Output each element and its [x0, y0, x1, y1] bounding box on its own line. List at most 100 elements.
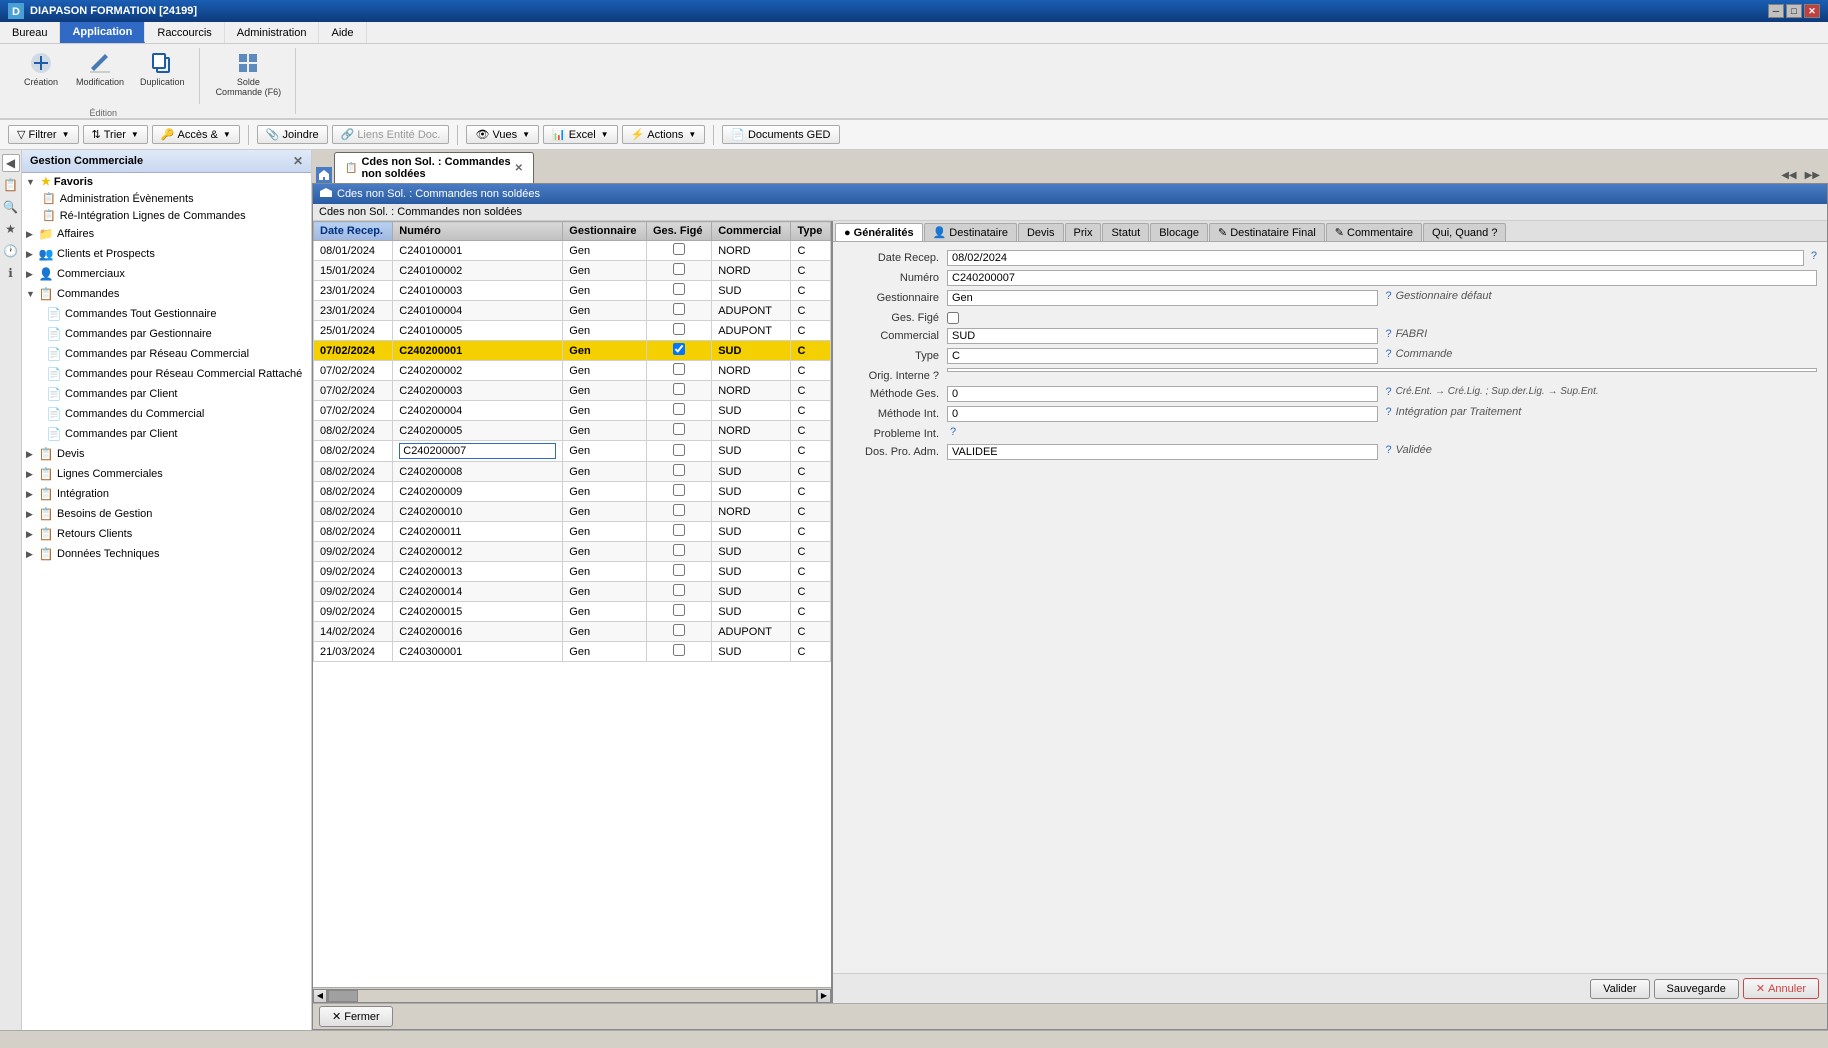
- fige-checkbox[interactable]: [673, 323, 685, 335]
- menu-bureau[interactable]: Bureau: [0, 22, 60, 43]
- tab-prev-btn[interactable]: ◀◀: [1777, 168, 1800, 183]
- cell-numero[interactable]: C240200012: [393, 542, 563, 562]
- cell-ges-fige[interactable]: [646, 241, 711, 261]
- cell-numero[interactable]: C240100005: [393, 321, 563, 341]
- fav-admin-evenements[interactable]: 📋 Administration Évènements: [22, 190, 311, 207]
- scroll-track[interactable]: [327, 989, 817, 1003]
- fige-checkbox[interactable]: [673, 423, 685, 435]
- cell-numero[interactable]: C240100001: [393, 241, 563, 261]
- cell-numero[interactable]: C240200003: [393, 381, 563, 401]
- cell-numero[interactable]: C240200013: [393, 562, 563, 582]
- cell-ges-fige[interactable]: [646, 522, 711, 542]
- prob-help-btn[interactable]: ?: [950, 426, 956, 438]
- table-row[interactable]: 23/01/2024C240100003GenSUDC: [314, 281, 831, 301]
- cell-numero[interactable]: C240100002: [393, 261, 563, 281]
- fige-checkbox[interactable]: [673, 263, 685, 275]
- cell-numero[interactable]: C240200004: [393, 401, 563, 421]
- joindre-button[interactable]: 📎 Joindre: [257, 125, 328, 144]
- cell-ges-fige[interactable]: [646, 401, 711, 421]
- sidebar-item-clients[interactable]: ▶ 👥 Clients et Prospects: [22, 244, 311, 264]
- excel-button[interactable]: 📊 Excel ▼: [543, 125, 618, 144]
- menu-administration[interactable]: Administration: [225, 22, 320, 43]
- col-type[interactable]: Type: [791, 222, 831, 241]
- date-help-btn[interactable]: ?: [1811, 250, 1817, 262]
- fige-checkbox[interactable]: [673, 644, 685, 656]
- tab-home-icon[interactable]: [316, 167, 332, 183]
- tab-statut[interactable]: Statut: [1102, 223, 1149, 241]
- sidebar-item-cmd-tout[interactable]: 📄 Commandes Tout Gestionnaire: [22, 304, 311, 324]
- cell-ges-fige[interactable]: [646, 281, 711, 301]
- sidebar-item-cmd-reseau-rat[interactable]: 📄 Commandes pour Réseau Commercial Ratta…: [22, 364, 311, 384]
- table-row[interactable]: 08/01/2024C240100001GenNORDC: [314, 241, 831, 261]
- fige-checkbox[interactable]: [673, 383, 685, 395]
- valider-button[interactable]: Valider: [1590, 979, 1649, 999]
- tab-close-btn[interactable]: ✕: [515, 163, 523, 174]
- sidebar-item-besoins[interactable]: ▶ 📋 Besoins de Gestion: [22, 504, 311, 524]
- menu-raccourcis[interactable]: Raccourcis: [145, 22, 224, 43]
- table-row[interactable]: 08/02/2024C240200010GenNORDC: [314, 502, 831, 522]
- fige-checkbox[interactable]: [673, 363, 685, 375]
- cell-ges-fige[interactable]: [646, 301, 711, 321]
- sidebar-item-cmd-par-client[interactable]: 📄 Commandes par Client: [22, 384, 311, 404]
- fige-checkbox[interactable]: [673, 544, 685, 556]
- table-row[interactable]: 08/02/2024C240200005GenNORDC: [314, 421, 831, 441]
- cell-numero[interactable]: C240200001: [393, 341, 563, 361]
- fige-checkbox[interactable]: [673, 484, 685, 496]
- sidebar-item-lignes[interactable]: ▶ 📋 Lignes Commerciales: [22, 464, 311, 484]
- table-row[interactable]: 09/02/2024C240200014GenSUDC: [314, 582, 831, 602]
- cell-ges-fige[interactable]: [646, 261, 711, 281]
- liens-entite-button[interactable]: 🔗 Liens Entité Doc.: [332, 125, 450, 144]
- modification-button[interactable]: Modification: [70, 48, 130, 90]
- commercial-help-btn[interactable]: ?: [1385, 328, 1391, 340]
- cell-numero[interactable]: C240300001: [393, 642, 563, 662]
- cell-ges-fige[interactable]: [646, 381, 711, 401]
- sidebar-toggle-btn[interactable]: ◀: [2, 154, 20, 172]
- sidebar-hist-btn[interactable]: 🕐: [2, 242, 20, 260]
- type-help-btn[interactable]: ?: [1385, 348, 1391, 360]
- sidebar-item-cmd-commercial[interactable]: 📄 Commandes du Commercial: [22, 404, 311, 424]
- tab-next-btn[interactable]: ▶▶: [1801, 168, 1824, 183]
- table-row[interactable]: 08/02/2024C240200011GenSUDC: [314, 522, 831, 542]
- trier-button[interactable]: ⇅ Trier ▼: [83, 125, 148, 144]
- gest-help-btn[interactable]: ?: [1385, 290, 1391, 302]
- table-row[interactable]: 25/01/2024C240100005GenADUPONTC: [314, 321, 831, 341]
- minimize-button[interactable]: ─: [1768, 4, 1784, 18]
- cell-numero[interactable]: C240200002: [393, 361, 563, 381]
- sidebar-nav-btn[interactable]: 📋: [2, 176, 20, 194]
- sidebar-item-affaires[interactable]: ▶ 📁 Affaires: [22, 224, 311, 244]
- table-row[interactable]: 14/02/2024C240200016GenADUPONTC: [314, 622, 831, 642]
- fige-checkbox[interactable]: [673, 524, 685, 536]
- fige-checkbox[interactable]: [673, 464, 685, 476]
- dos-help-btn[interactable]: ?: [1385, 444, 1391, 456]
- cell-numero[interactable]: C240200011: [393, 522, 563, 542]
- fige-checkbox[interactable]: [673, 343, 685, 355]
- cell-numero[interactable]: C240200015: [393, 602, 563, 622]
- fige-checkbox[interactable]: [673, 444, 685, 456]
- table-row[interactable]: 08/02/2024C240200009GenSUDC: [314, 482, 831, 502]
- cell-numero[interactable]: C240100003: [393, 281, 563, 301]
- tab-blocage[interactable]: Blocage: [1150, 223, 1208, 241]
- sidebar-item-commerciaux[interactable]: ▶ 👤 Commerciaux: [22, 264, 311, 284]
- cell-ges-fige[interactable]: [646, 642, 711, 662]
- cell-ges-fige[interactable]: [646, 361, 711, 381]
- table-row[interactable]: 21/03/2024C240300001GenSUDC: [314, 642, 831, 662]
- fav-reintegration[interactable]: 📋 Ré-Intégration Lignes de Commandes: [22, 207, 311, 224]
- table-row[interactable]: 07/02/2024C240200002GenNORDC: [314, 361, 831, 381]
- cell-ges-fige[interactable]: [646, 502, 711, 522]
- fige-checkbox[interactable]: [673, 584, 685, 596]
- tab-prix[interactable]: Prix: [1065, 223, 1102, 241]
- gesfige-checkbox[interactable]: [947, 312, 959, 324]
- cell-ges-fige[interactable]: [646, 341, 711, 361]
- cell-ges-fige[interactable]: [646, 622, 711, 642]
- table-row[interactable]: 07/02/2024C240200001GenSUDC: [314, 341, 831, 361]
- sidebar-item-retours[interactable]: ▶ 📋 Retours Clients: [22, 524, 311, 544]
- sidebar-search-btn[interactable]: 🔍: [2, 198, 20, 216]
- scroll-right-btn[interactable]: ▶: [817, 989, 831, 1003]
- fige-checkbox[interactable]: [673, 504, 685, 516]
- cell-ges-fige[interactable]: [646, 562, 711, 582]
- fige-checkbox[interactable]: [673, 624, 685, 636]
- sidebar-info-btn[interactable]: ℹ: [2, 264, 20, 282]
- cell-ges-fige[interactable]: [646, 441, 711, 462]
- cell-ges-fige[interactable]: [646, 482, 711, 502]
- methgest-help-btn[interactable]: ?: [1385, 386, 1391, 398]
